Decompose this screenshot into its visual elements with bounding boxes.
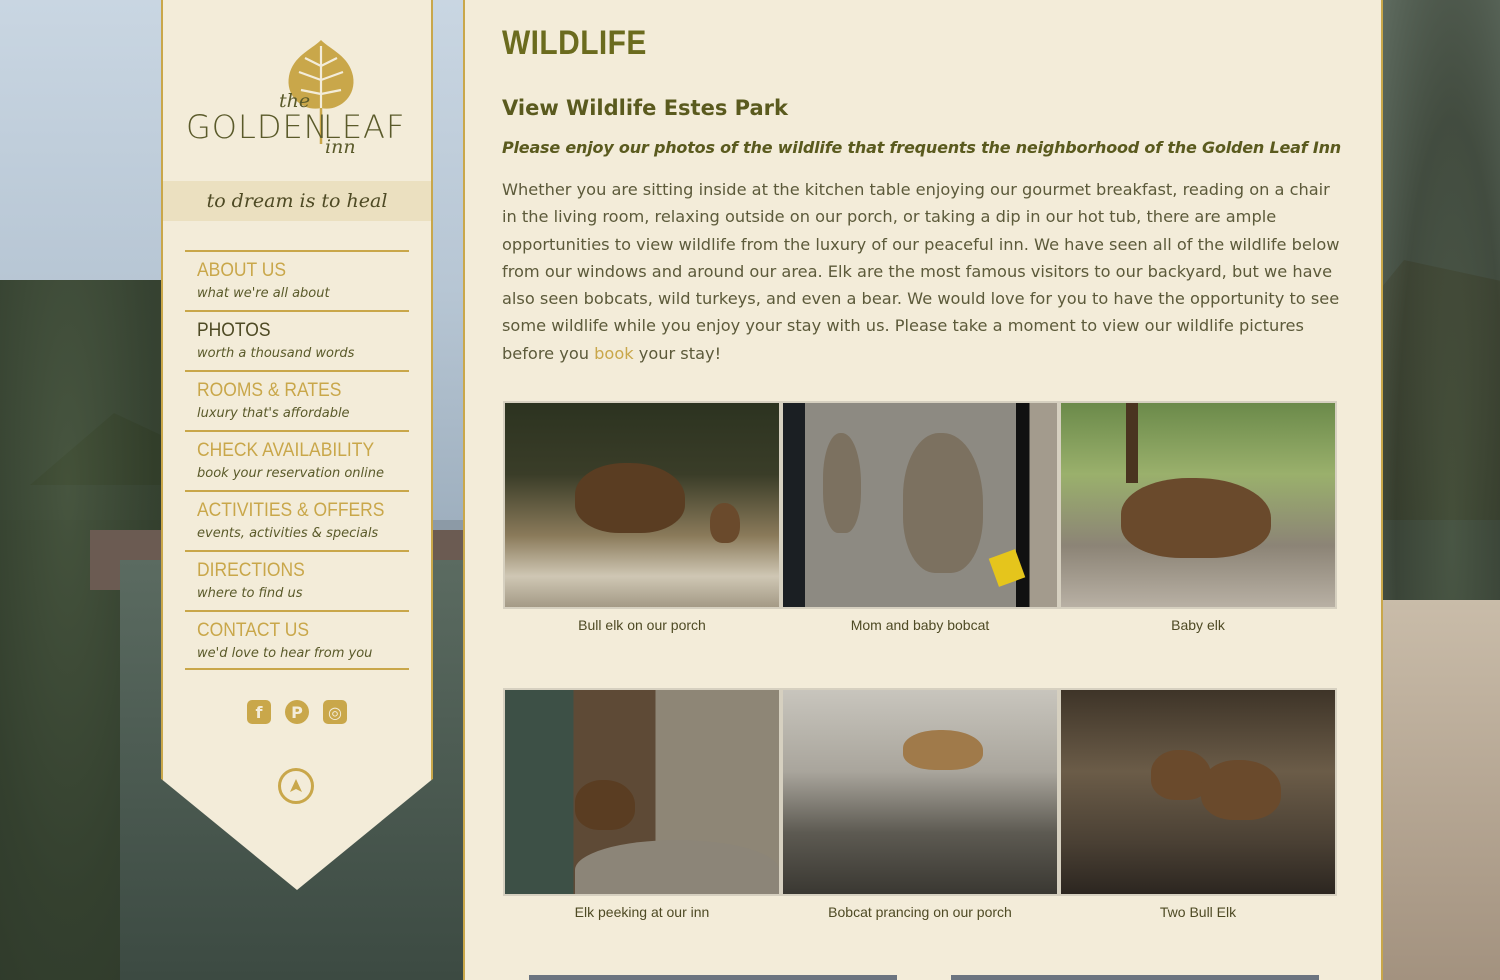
lead-text: Please enjoy our photos of the wildlife … — [502, 138, 1341, 157]
instagram-icon[interactable]: ◎ — [323, 700, 347, 724]
photo-bobcat-prancing[interactable] — [781, 688, 1059, 896]
pinterest-icon[interactable]: P — [285, 700, 309, 724]
sidebar: the GOLDEN LEAF inn to dream is to heal … — [161, 0, 433, 890]
next-row-photo-edge — [529, 975, 897, 980]
yellow-flag — [988, 549, 1026, 587]
house-right — [1380, 600, 1500, 980]
gallery-item: Baby elk — [1059, 401, 1337, 633]
arrow-up-icon — [290, 779, 302, 792]
photo-caption: Baby elk — [1171, 617, 1225, 633]
baby-bobcat-figure — [823, 433, 861, 533]
body-text-start: Whether you are sitting inside at the ki… — [502, 180, 1340, 363]
nav-title: ABOUT US — [197, 260, 287, 281]
nav-title: PHOTOS — [197, 320, 271, 341]
nav-subtitle: luxury that's affordable — [197, 406, 350, 421]
tagline-bar: to dream is to heal — [163, 181, 431, 221]
boulder — [575, 840, 779, 894]
nav-item-rooms-rates[interactable]: ROOMS & RATES luxury that's affordable — [185, 370, 409, 430]
facebook-icon[interactable]: f — [247, 700, 271, 724]
nav-subtitle: events, activities & specials — [197, 526, 379, 541]
photo-caption: Mom and baby bobcat — [850, 617, 990, 633]
nav-title: ACTIVITIES & OFFERS — [197, 500, 385, 521]
nav-item-contact-us[interactable]: CONTACT US we'd love to hear from you — [185, 610, 409, 670]
book-link[interactable]: book — [594, 344, 633, 363]
nav-subtitle: where to find us — [197, 586, 303, 601]
logo-word-golden: GOLDEN — [186, 108, 329, 146]
nav-item-directions[interactable]: DIRECTIONS where to find us — [185, 550, 409, 610]
photo-elk-peeking[interactable] — [503, 688, 781, 896]
body-paragraph: Whether you are sitting inside at the ki… — [502, 176, 1347, 367]
nav-item-photos[interactable]: PHOTOS worth a thousand words — [185, 310, 409, 370]
section-subheading: View Wildlife Estes Park — [502, 96, 788, 120]
nav-item-about-us[interactable]: ABOUT US what we're all about — [185, 250, 409, 310]
back-to-top-button[interactable] — [278, 768, 314, 804]
next-row-photo-edge — [951, 975, 1319, 980]
photo-caption: Bobcat prancing on our porch — [828, 904, 1012, 920]
photo-caption: Elk peeking at our inn — [574, 904, 710, 920]
nav-title: DIRECTIONS — [197, 560, 305, 581]
photo-bull-elk-porch[interactable] — [503, 401, 781, 609]
photo-two-bull-elk[interactable] — [1059, 688, 1337, 896]
page-title: WILDLIFE — [502, 24, 647, 62]
nav-item-check-availability[interactable]: CHECK AVAILABILITY book your reservation… — [185, 430, 409, 490]
photo-gallery-row-2: Elk peeking at our inn Bobcat prancing o… — [503, 688, 1337, 920]
elk-figure — [1201, 760, 1281, 820]
baby-elk-figure — [1121, 478, 1271, 558]
nav-title: CHECK AVAILABILITY — [197, 440, 375, 461]
bobcat-figure — [903, 730, 983, 770]
photo-mom-baby-bobcat[interactable] — [781, 401, 1059, 609]
main-content: WILDLIFE View Wildlife Estes Park Please… — [463, 0, 1383, 980]
photo-caption: Two Bull Elk — [1159, 904, 1237, 920]
nav-title: CONTACT US — [197, 620, 310, 641]
body-text-end: your stay! — [638, 343, 722, 363]
gallery-item: Mom and baby bobcat — [781, 401, 1059, 633]
tagline: to dream is to heal — [206, 190, 388, 212]
gallery-item: Elk peeking at our inn — [503, 688, 781, 920]
gallery-item: Two Bull Elk — [1059, 688, 1337, 920]
golden-leaf-logo[interactable]: the GOLDEN LEAF inn — [183, 36, 415, 168]
nav-item-activities-offers[interactable]: ACTIVITIES & OFFERS events, activities &… — [185, 490, 409, 550]
main-nav: ABOUT US what we're all about PHOTOS wor… — [185, 250, 409, 670]
nav-subtitle: what we're all about — [197, 286, 330, 301]
nav-subtitle: worth a thousand words — [197, 346, 355, 361]
nav-subtitle: book your reservation online — [197, 466, 384, 481]
logo-word-inn: inn — [325, 136, 356, 158]
nav-subtitle: we'd love to hear from you — [197, 646, 373, 661]
social-links: f P ◎ — [247, 700, 347, 724]
photo-caption: Bull elk on our porch — [578, 617, 706, 633]
nav-title: ROOMS & RATES — [197, 380, 342, 401]
elk-calf-figure — [710, 503, 740, 543]
photo-baby-elk[interactable] — [1059, 401, 1337, 609]
elk-head-figure — [575, 780, 635, 830]
bobcat-figure — [903, 433, 983, 573]
gallery-item: Bull elk on our porch — [503, 401, 781, 633]
gallery-item: Bobcat prancing on our porch — [781, 688, 1059, 920]
elk-figure — [575, 463, 685, 533]
elk-leg — [1126, 403, 1138, 483]
photo-gallery-row-1: Bull elk on our porch Mom and baby bobca… — [503, 401, 1337, 633]
